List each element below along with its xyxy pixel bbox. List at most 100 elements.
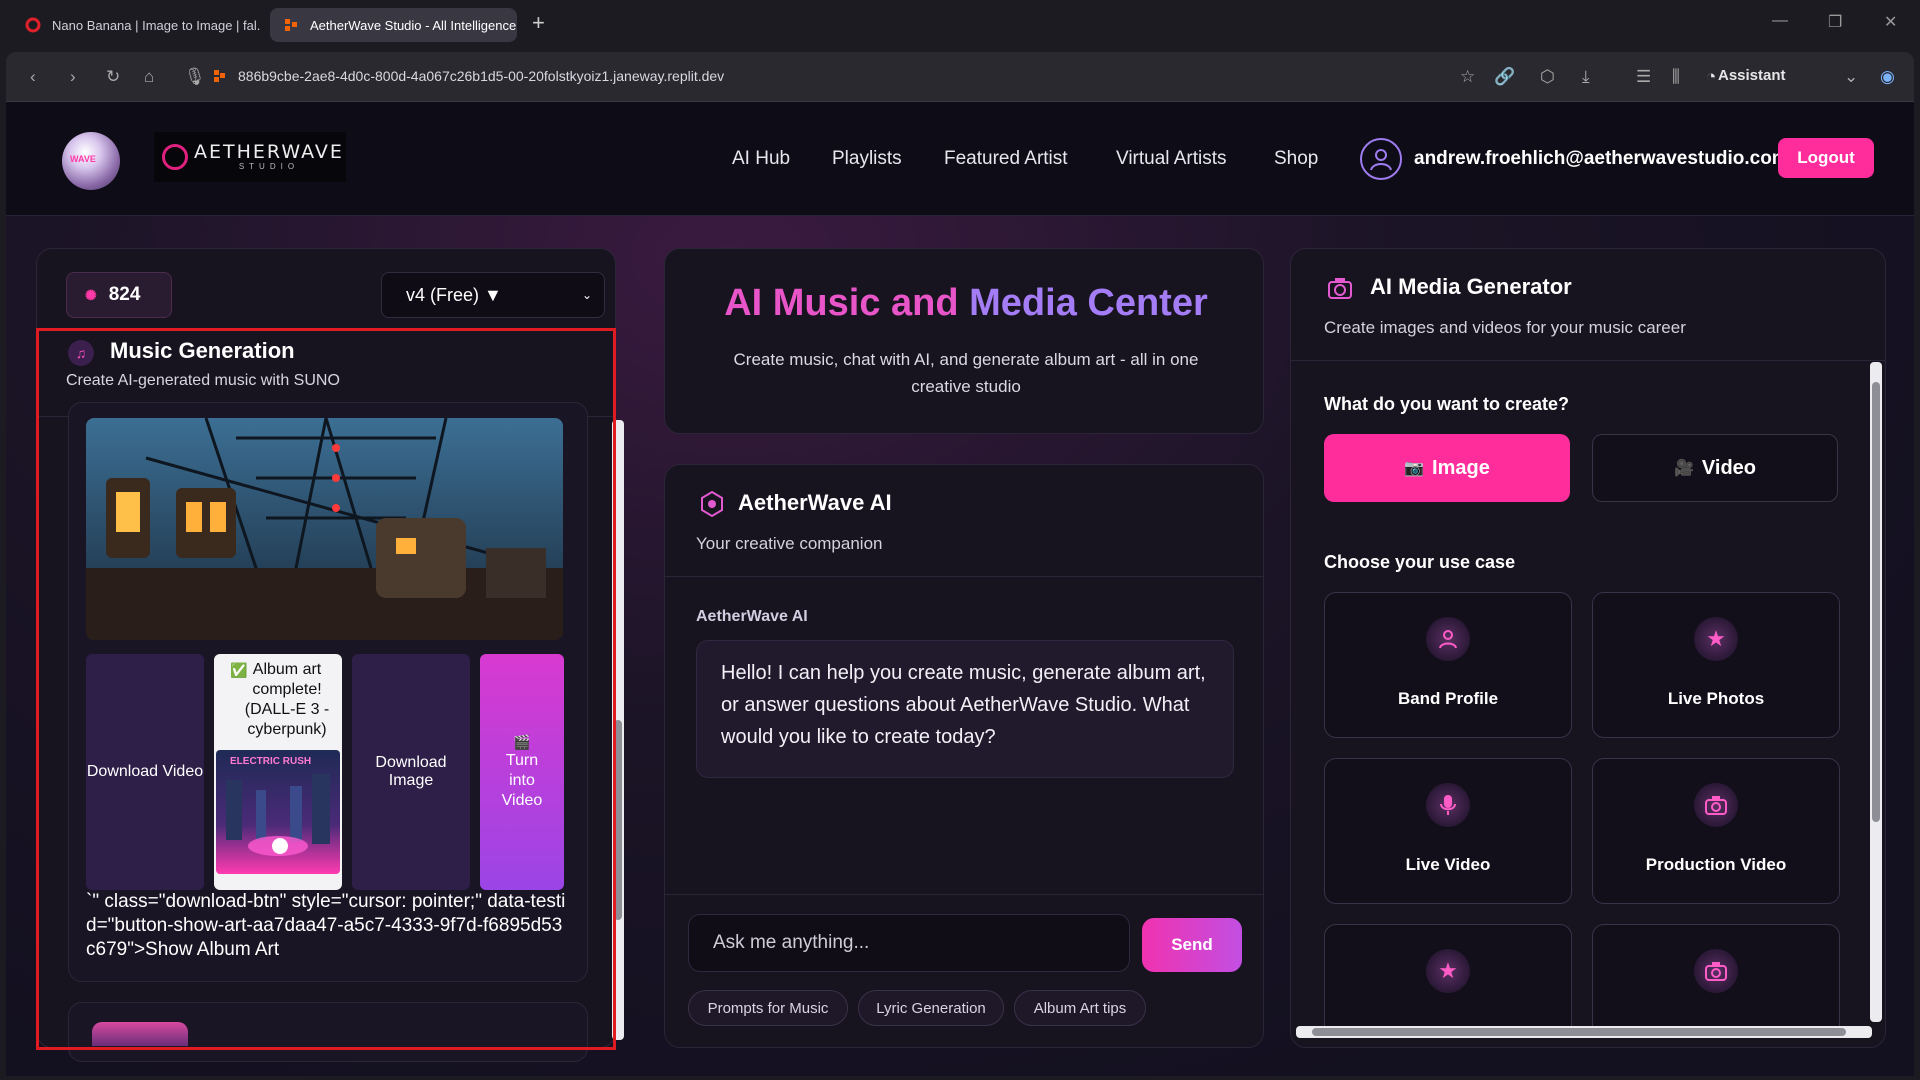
tab-label: AetherWave Studio - All Intelligence — [310, 17, 517, 33]
fal-favicon-icon — [24, 16, 42, 34]
chat-message: Hello! I can help you create music, gene… — [696, 640, 1234, 778]
new-tab-icon[interactable]: + — [532, 10, 545, 36]
nav-shop[interactable]: Shop — [1274, 148, 1318, 170]
camera-icon — [1694, 949, 1738, 993]
brand-title: AETHERWAVE — [194, 141, 344, 163]
model-select[interactable]: v4 (Free) ▼ ⌄ — [381, 272, 605, 318]
create-question: What do you want to create? — [1324, 394, 1570, 414]
media-generator-title: AI Media Generator — [1370, 274, 1572, 299]
star-icon: ★ — [1426, 949, 1470, 993]
use-case-card[interactable]: ★ — [1324, 924, 1572, 1038]
microphone-icon — [1426, 783, 1470, 827]
use-case-label: Live Video — [1405, 855, 1491, 874]
back-icon[interactable]: ‹ — [30, 67, 36, 87]
menu-lines-icon[interactable]: ☰ — [1636, 67, 1651, 87]
use-case-label: Live Photos — [1667, 689, 1765, 708]
chevron-down-icon[interactable]: ⌄ — [1844, 67, 1858, 87]
use-case-band-profile[interactable]: Band Profile — [1324, 592, 1572, 738]
url-text[interactable]: 886b9cbe-2ae8-4d0c-800d-4a067c26b1d5-00-… — [238, 68, 724, 84]
highlight-box — [36, 328, 616, 1050]
brand-logo[interactable]: AETHERWAVE STUDIO — [154, 132, 346, 182]
image-mode-label: Image — [1432, 456, 1490, 479]
media-center-subtitle: Create music, chat with AI, and generate… — [733, 350, 1199, 396]
use-case-label: Choose your use case — [1324, 552, 1516, 572]
assistant-label[interactable]: Assistant — [1718, 67, 1786, 84]
download-icon[interactable]: ⤓ — [1582, 67, 1590, 87]
user-avatar-icon[interactable] — [1360, 138, 1402, 180]
nav-playlists[interactable]: Playlists — [832, 148, 902, 170]
star-icon: ★ — [1694, 617, 1738, 661]
media-generator-subtitle: Create images and videos for your music … — [1324, 318, 1686, 337]
forward-icon[interactable]: › — [70, 67, 76, 87]
nav-featured-artist[interactable]: Featured Artist — [944, 148, 1068, 170]
message-sender: AetherWave AI — [696, 608, 808, 625]
audio-icon[interactable]: ⫼ — [1672, 67, 1680, 87]
chip-lyric-generation[interactable]: Lyric Generation — [858, 990, 1004, 1026]
logout-button[interactable]: Logout — [1778, 138, 1874, 178]
use-case-card[interactable] — [1592, 924, 1840, 1038]
microphone-icon[interactable]: 🎙 — [184, 67, 206, 87]
media-center-panel — [664, 248, 1264, 434]
link-icon[interactable]: 🔗 — [1494, 67, 1515, 87]
assistant-icon[interactable]: ◔ — [1706, 67, 1716, 87]
brand-ring-icon — [162, 144, 188, 170]
camera-icon: 📷 — [1404, 460, 1425, 477]
divider — [664, 894, 1264, 895]
extensions-icon[interactable]: ⬡ — [1540, 67, 1555, 87]
video-camera-icon: 🎥 — [1673, 460, 1694, 477]
credits-icon: ✺ — [85, 286, 97, 303]
chevron-down-icon: ⌄ — [581, 288, 592, 302]
person-icon — [1426, 617, 1470, 661]
chat-subtitle: Your creative companion — [696, 534, 883, 553]
chat-input[interactable]: Ask me anything... — [688, 914, 1130, 972]
horizontal-scrollbar-thumb[interactable] — [1312, 1028, 1846, 1036]
nav-virtual-artists[interactable]: Virtual Artists — [1116, 148, 1227, 170]
site-info-icon[interactable] — [214, 67, 226, 87]
use-case-label: Band Profile — [1397, 689, 1499, 708]
nav-ai-hub[interactable]: AI Hub — [732, 148, 790, 170]
browser-toolbar: ‹ › ↻ ⌂ 🎙 886b9cbe-2ae8-4d0c-800d-4a067c… — [6, 52, 1914, 102]
page-viewport: WAVE AETHERWAVE STUDIO AI Hub Playlists … — [6, 102, 1914, 1076]
logo-orb[interactable]: WAVE — [62, 132, 120, 190]
brand-subtitle: STUDIO — [238, 162, 300, 171]
chip-album-art-tips[interactable]: Album Art tips — [1014, 990, 1146, 1026]
replit-favicon-icon — [282, 16, 300, 34]
bot-icon — [698, 490, 726, 518]
chip-prompts-for-music[interactable]: Prompts for Music — [688, 990, 848, 1026]
user-email: andrew.froehlich@aetherwavestudio.com — [1414, 148, 1789, 169]
use-case-label: Production Video — [1645, 855, 1787, 874]
minimize-icon[interactable]: — — [1772, 12, 1788, 30]
bookmark-star-icon[interactable]: ☆ — [1460, 67, 1475, 87]
close-window-icon[interactable]: ✕ — [1884, 12, 1897, 32]
use-case-live-photos[interactable]: ★ Live Photos — [1592, 592, 1840, 738]
divider — [1290, 360, 1886, 361]
use-case-live-video[interactable]: Live Video — [1324, 758, 1572, 904]
video-mode-button[interactable]: 🎥 Video — [1592, 434, 1838, 502]
image-mode-button[interactable]: 📷 Image — [1324, 434, 1570, 502]
model-select-value: v4 (Free) ▼ — [406, 284, 502, 305]
restore-icon[interactable]: ❐ — [1828, 12, 1842, 32]
camera-icon — [1694, 783, 1738, 827]
chat-title: AetherWave AI — [738, 490, 892, 515]
home-icon[interactable]: ⌂ — [144, 67, 154, 87]
send-button[interactable]: Send — [1142, 918, 1242, 972]
logo-text: WAVE — [70, 154, 96, 164]
site-header: WAVE AETHERWAVE STUDIO AI Hub Playlists … — [6, 102, 1914, 216]
media-center-title: AI Music and Media Center — [666, 282, 1266, 325]
profile-icon[interactable]: ◉ — [1880, 67, 1895, 87]
reload-icon[interactable]: ↻ — [106, 67, 120, 87]
right-scrollbar-thumb[interactable] — [1872, 382, 1880, 822]
credits-badge: ✺ 824 — [66, 272, 172, 318]
video-mode-label: Video — [1701, 456, 1756, 479]
use-case-production-video[interactable]: Production Video — [1592, 758, 1840, 904]
browser-tab[interactable]: Nano Banana | Image to Image | fal. — [12, 8, 267, 42]
credits-count: 824 — [108, 284, 141, 305]
close-tab-icon[interactable]: ✕ — [516, 17, 517, 34]
camera-icon — [1326, 274, 1354, 302]
browser-tabbar: Nano Banana | Image to Image | fal. Aeth… — [0, 0, 1920, 50]
tab-label: Nano Banana | Image to Image | fal. — [52, 17, 261, 33]
browser-tab-active[interactable]: AetherWave Studio - All Intelligence ✕ — [270, 8, 517, 42]
media-center-title-part1: AI Music and — [724, 282, 970, 324]
media-center-title-part2: Media Center — [969, 282, 1208, 324]
divider — [664, 576, 1264, 577]
